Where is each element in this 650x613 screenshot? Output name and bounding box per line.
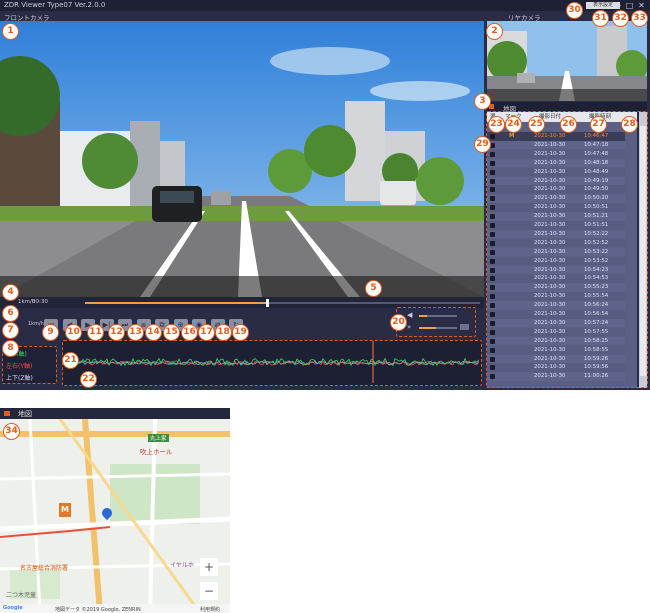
map-panel-header: 地図: [0, 408, 230, 419]
callout-31: 31: [592, 10, 609, 27]
close-button[interactable]: ✕: [637, 1, 646, 10]
g-sensor-plot: [63, 341, 480, 383]
callout-27: 27: [590, 116, 607, 133]
callout-19: 19: [232, 324, 249, 341]
map-place-5: 二つ木児童: [6, 592, 37, 599]
callout-2: 2: [486, 23, 503, 40]
marker-m-icon[interactable]: M: [59, 503, 71, 517]
axis-y-label[interactable]: 左右(Y軸): [6, 361, 32, 370]
map-place-0: 吹上ホール: [140, 448, 173, 456]
front-camera-video[interactable]: [0, 21, 484, 297]
rear-scene-image: [487, 21, 647, 101]
map-terms-link[interactable]: 利用規約: [200, 606, 220, 613]
rate-reset-button[interactable]: [460, 324, 469, 330]
rate-slider[interactable]: [419, 327, 457, 329]
callout-17: 17: [198, 324, 215, 341]
time-readout: 00:30: [32, 299, 48, 305]
callout-28: 28: [621, 116, 638, 133]
callout-32: 32: [612, 10, 629, 27]
rear-camera-video[interactable]: [487, 21, 647, 101]
callout-20: 20: [390, 314, 407, 331]
callout-30: 30: [566, 2, 583, 19]
callout-1: 1: [2, 23, 19, 40]
callout-15: 15: [163, 324, 180, 341]
speed-unit-label: 1km/h: [28, 321, 44, 327]
google-logo: Google: [3, 605, 23, 611]
seek-bar-fill: [85, 302, 267, 304]
map-place-4: イヤルホ: [170, 562, 194, 569]
map-copyright: 地図データ ©2019 Google, ZENRIN: [55, 607, 141, 613]
callout-29: 29: [474, 136, 491, 153]
zoom-out-button[interactable]: −: [200, 582, 218, 600]
callout-22: 22: [80, 371, 97, 388]
callout-3: 3: [474, 93, 491, 110]
volume-fill: [419, 315, 427, 317]
callout-34: 34: [3, 423, 20, 440]
callout-18: 18: [215, 324, 232, 341]
callout-25: 25: [528, 116, 545, 133]
rate-fill: [419, 327, 437, 329]
callout-26: 26: [560, 116, 577, 133]
seek-bar-thumb[interactable]: [265, 299, 269, 307]
audio-control-group: ◀ »: [396, 307, 476, 337]
callout-8: 8: [2, 340, 19, 357]
volume-icon[interactable]: ◀: [407, 311, 412, 319]
callout-21: 21: [62, 352, 79, 369]
app-title: ZDR Viewer Type07 Ver.2.0.0: [4, 1, 106, 9]
callout-23: 23: [488, 116, 505, 133]
map-attribution: Google 地図データ ©2019 Google, ZENRIN 利用規約: [0, 604, 230, 613]
map-place-3: 名古屋総合消防署: [20, 565, 69, 572]
front-scene-image: [0, 21, 484, 297]
callout-6: 6: [2, 305, 19, 322]
g-sensor-graph[interactable]: [62, 340, 482, 386]
map-place-1: 丸上家: [148, 434, 169, 442]
title-bar: ZDR Viewer Type07 Ver.2.0.0: [0, 0, 650, 11]
callout-13: 13: [127, 324, 144, 341]
callout-12: 12: [108, 324, 125, 341]
callout-24: 24: [505, 116, 522, 133]
callout-16: 16: [181, 324, 198, 341]
rate-icon[interactable]: »: [407, 323, 411, 331]
map-panel-title: 地図: [18, 410, 32, 418]
maximize-button[interactable]: □: [625, 1, 634, 10]
file-list-highlight: [486, 111, 648, 388]
volume-slider[interactable]: [419, 315, 457, 317]
map-panel[interactable]: 地図 丸上家 吹上ホール 名古屋総合消防署 イヤルホ 二つ木児童 M + − G…: [0, 408, 230, 613]
map-canvas[interactable]: [0, 419, 230, 613]
axis-z-label[interactable]: 上下(Z軸): [6, 373, 33, 382]
callout-4: 4: [2, 284, 19, 301]
callout-33: 33: [631, 10, 648, 27]
seek-bar[interactable]: [85, 299, 480, 307]
callout-11: 11: [87, 324, 104, 341]
map-panel-icon: [4, 411, 10, 416]
callout-10: 10: [65, 324, 82, 341]
callout-7: 7: [2, 322, 19, 339]
map-toggle-bar[interactable]: 地図: [487, 102, 647, 113]
menu-button[interactable]: 表示設定: [586, 2, 620, 9]
callout-9: 9: [42, 324, 59, 341]
zoom-in-button[interactable]: +: [200, 558, 218, 576]
callout-14: 14: [145, 324, 162, 341]
callout-5: 5: [365, 280, 382, 297]
